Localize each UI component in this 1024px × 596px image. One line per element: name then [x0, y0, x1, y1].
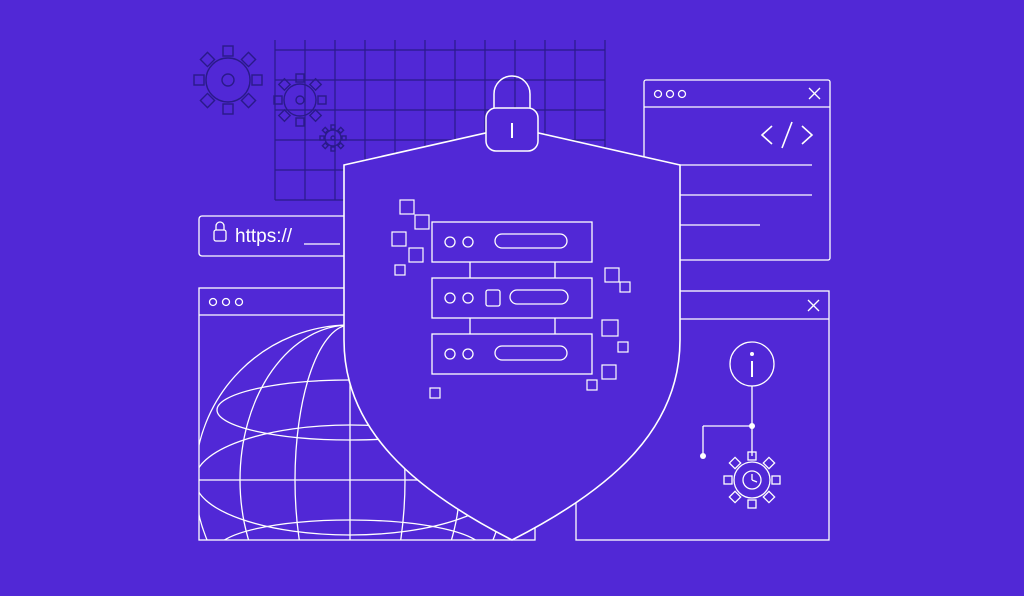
padlock-icon — [486, 76, 538, 151]
gear-icon-large — [180, 32, 276, 128]
url-protocol-text: https:// — [235, 226, 293, 247]
gear-icon-medium — [263, 63, 337, 137]
security-illustration: https:// — [0, 0, 1024, 596]
illustration-svg: https:// — [0, 0, 1024, 596]
gear-icon-small — [315, 120, 352, 157]
server-stack — [432, 222, 592, 374]
